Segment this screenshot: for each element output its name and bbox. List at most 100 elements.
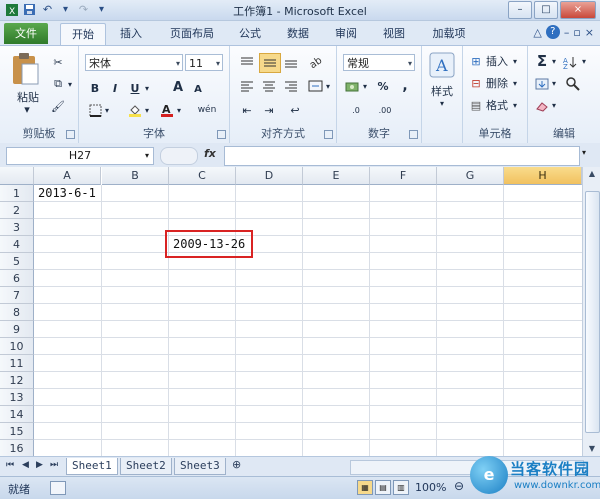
row-header-13[interactable]: 13 [0,389,34,406]
decrease-decimal-button[interactable]: .00 [373,102,397,118]
format-cells-icon[interactable]: ▤ [469,98,483,112]
clear-dropdown-icon[interactable]: ▾ [550,98,558,112]
select-all-corner[interactable] [0,167,34,185]
column-header-h[interactable]: H [504,167,582,185]
align-top-icon[interactable] [238,54,256,70]
number-launcher-icon[interactable] [409,130,418,139]
number-format-select[interactable]: 常规 ▾ [343,54,415,71]
name-box[interactable]: H27 ▾ [6,147,154,165]
tab-insert[interactable]: 插入 [112,25,150,43]
row-header-12[interactable]: 12 [0,372,34,389]
decrease-indent-icon[interactable]: ⇤ [238,102,256,118]
row-header-1[interactable]: 1 [0,185,34,202]
sort-dropdown-icon[interactable]: ▾ [580,54,588,68]
find-select-icon[interactable] [564,76,582,92]
insert-cells-icon[interactable]: ⊞ [469,54,483,68]
accounting-dropdown-icon[interactable]: ▾ [361,78,369,94]
minimize-ribbon-icon[interactable]: △ [533,26,541,39]
restore-button[interactable]: □ [534,1,558,19]
tab-page-layout[interactable]: 页面布局 [162,25,222,43]
workbook-minimize-icon[interactable]: – [564,26,570,39]
sheet-tab-sheet3[interactable]: Sheet3 [174,458,226,475]
styles-dropdown-icon[interactable]: ▾ [436,98,448,108]
fill-color-dropdown-icon[interactable]: ▾ [143,102,151,118]
scroll-up-arrow-icon[interactable]: ▲ [583,167,600,181]
shrink-font-button[interactable]: A [191,81,205,97]
column-header-a[interactable]: A [34,167,101,185]
row-header-2[interactable]: 2 [0,202,34,219]
clear-icon[interactable] [534,98,550,114]
workbook-restore-icon[interactable]: ▫ [573,26,580,39]
phonetic-icon[interactable]: wén [197,102,217,118]
help-icon[interactable]: ? [545,25,560,39]
last-sheet-icon[interactable]: ⏭ [50,460,58,470]
vertical-scroll-thumb[interactable] [585,191,600,433]
align-bottom-icon[interactable] [282,54,300,70]
tab-home[interactable]: 开始 [60,23,106,45]
delete-cells-label[interactable]: 删除 [483,76,511,90]
accounting-format-icon[interactable] [343,78,361,94]
column-header-f[interactable]: F [370,167,437,185]
italic-button[interactable]: I [107,80,123,96]
clipboard-launcher-icon[interactable] [66,130,75,139]
format-dropdown-icon[interactable]: ▾ [511,98,519,112]
autosum-dropdown-icon[interactable]: ▾ [550,54,558,68]
insert-sheet-icon[interactable]: ⊕ [232,458,241,471]
border-icon[interactable] [87,102,103,118]
worksheet-grid[interactable]: A B C D E F G H 1 2 3 4 5 6 7 8 9 10 11 12 13 14 15 16 2013-6-1 2… [0,167,582,456]
formula-bar-handle[interactable] [160,147,198,165]
align-center-icon[interactable] [260,78,278,94]
normal-view-icon[interactable]: ▦ [357,480,373,495]
styles-icon[interactable]: A [429,52,455,81]
page-layout-view-icon[interactable]: ▤ [375,480,391,495]
minimize-button[interactable]: – [508,1,532,19]
row-header-4[interactable]: 4 [0,236,34,253]
autosum-icon[interactable]: Σ [534,52,550,70]
copy-dropdown-icon[interactable]: ▾ [66,76,74,92]
row-header-3[interactable]: 3 [0,219,34,236]
row-header-15[interactable]: 15 [0,423,34,440]
tab-review[interactable]: 审阅 [328,25,364,43]
underline-dropdown-icon[interactable]: ▾ [143,80,151,96]
font-size-select[interactable]: 11 ▾ [185,54,223,71]
delete-dropdown-icon[interactable]: ▾ [511,76,519,90]
format-painter-icon[interactable]: 🖌 [50,98,66,114]
font-family-select[interactable]: 宋体 ▾ [85,54,183,71]
orientation-icon[interactable]: ab [306,54,324,70]
row-header-7[interactable]: 7 [0,287,34,304]
insert-function-button[interactable]: fx [204,147,216,160]
underline-button[interactable]: U [127,80,143,96]
fill-icon[interactable] [534,76,550,92]
column-header-g[interactable]: G [437,167,504,185]
format-cells-label[interactable]: 格式 [483,98,511,112]
copy-icon[interactable]: ⧉ [50,76,66,92]
formula-input[interactable] [224,146,580,166]
row-header-14[interactable]: 14 [0,406,34,423]
column-header-d[interactable]: D [236,167,303,185]
tab-formulas[interactable]: 公式 [232,25,268,43]
merge-dropdown-icon[interactable]: ▾ [324,78,332,94]
row-header-11[interactable]: 11 [0,355,34,372]
row-header-9[interactable]: 9 [0,321,34,338]
grow-font-button[interactable]: A [171,79,185,95]
row-header-6[interactable]: 6 [0,270,34,287]
font-color-icon[interactable]: A [159,102,175,118]
paste-icon[interactable] [10,52,40,89]
expand-formula-bar-icon[interactable]: ▾ [582,148,586,157]
increase-decimal-button[interactable]: .0 [345,102,367,118]
workbook-close-icon[interactable]: × [585,26,594,39]
wrap-text-icon[interactable]: ↩ [286,102,304,118]
cut-icon[interactable]: ✂ [50,54,66,70]
close-button[interactable]: × [560,1,596,19]
font-launcher-icon[interactable] [217,130,226,139]
delete-cells-icon[interactable]: ⊟ [469,76,483,90]
row-header-8[interactable]: 8 [0,304,34,321]
styles-button-label[interactable]: 样式 [424,84,460,98]
sort-filter-icon[interactable]: AZ [562,54,580,70]
column-header-c[interactable]: C [169,167,236,185]
tab-data[interactable]: 数据 [280,25,316,43]
fill-dropdown-icon[interactable]: ▾ [550,76,558,90]
row-header-5[interactable]: 5 [0,253,34,270]
comma-style-button[interactable]: , [397,78,413,94]
fill-color-icon[interactable] [127,102,143,118]
